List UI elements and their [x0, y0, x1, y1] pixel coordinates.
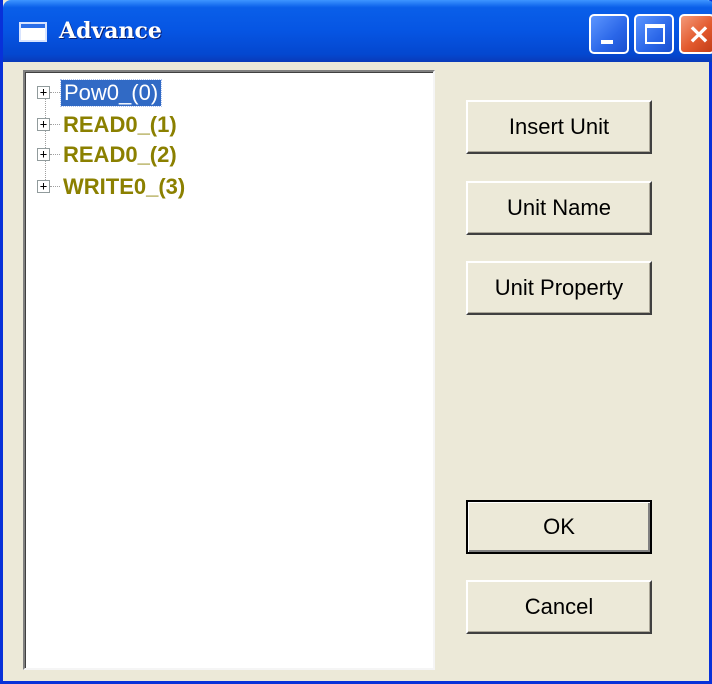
plus-box-icon[interactable]: + — [37, 180, 50, 193]
tree-branch-line — [50, 92, 60, 93]
window-title: Advance — [59, 18, 162, 44]
unit-tree-view[interactable]: + Pow0_(0) + READ0_(1) + READ0_(2) + WRI… — [23, 70, 435, 670]
tree-node-label[interactable]: READ0_(2) — [63, 142, 177, 168]
ok-button[interactable]: OK — [466, 500, 652, 554]
maximize-icon — [645, 24, 665, 44]
tree-node-label[interactable]: READ0_(1) — [63, 112, 177, 138]
advance-dialog: Advance × + Pow0_(0) + READ0_(1) + READ0… — [0, 0, 712, 684]
minimize-button[interactable] — [589, 14, 629, 54]
tree-branch-line — [50, 124, 60, 125]
tree-node-label[interactable]: WRITE0_(3) — [63, 174, 185, 200]
title-bar[interactable]: Advance × — [3, 0, 712, 62]
plus-box-icon[interactable]: + — [37, 86, 50, 99]
maximize-button[interactable] — [634, 14, 674, 54]
unit-property-button[interactable]: Unit Property — [466, 261, 652, 315]
tree-node-label[interactable]: Pow0_(0) — [59, 79, 163, 107]
close-icon: × — [687, 17, 711, 50]
tree-branch-line — [50, 154, 60, 155]
tree-connector-line — [45, 96, 46, 192]
plus-box-icon[interactable]: + — [37, 148, 50, 161]
window-icon — [19, 22, 47, 42]
close-button[interactable]: × — [679, 14, 712, 54]
unit-name-button[interactable]: Unit Name — [466, 181, 652, 235]
minimize-icon — [601, 40, 613, 44]
insert-unit-button[interactable]: Insert Unit — [466, 100, 652, 154]
cancel-button[interactable]: Cancel — [466, 580, 652, 634]
plus-box-icon[interactable]: + — [37, 118, 50, 131]
tree-branch-line — [50, 186, 60, 187]
